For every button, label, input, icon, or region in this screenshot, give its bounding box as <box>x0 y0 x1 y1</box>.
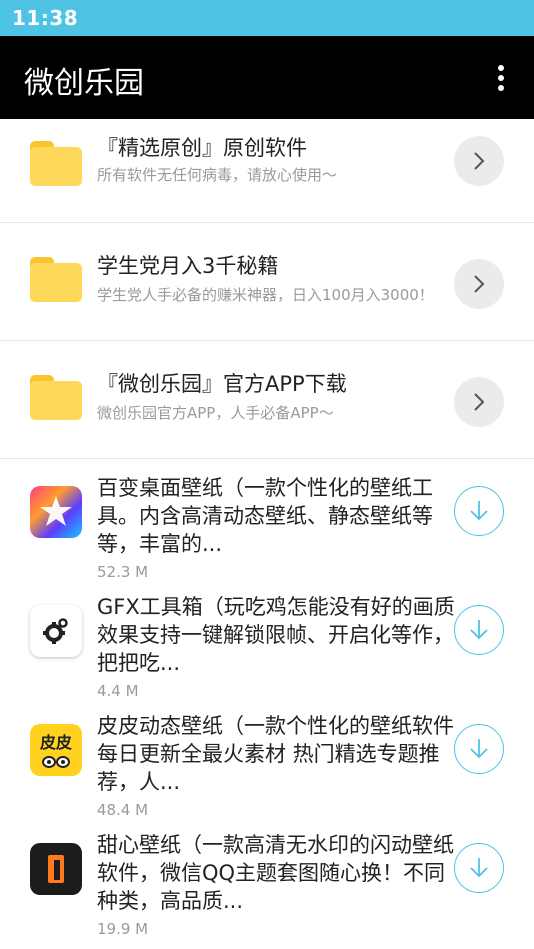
folder-icon <box>30 141 82 186</box>
download-icon[interactable] <box>454 843 504 893</box>
download-icon[interactable] <box>454 486 504 536</box>
chevron-right-icon[interactable] <box>454 377 504 427</box>
app-list-item[interactable]: 皮皮 皮皮动态壁纸（一款个性化的壁纸软件每日更新全最火素材 热门精选专题推荐，人… <box>0 709 534 828</box>
pipi-wallpaper-icon: 皮皮 <box>30 724 82 776</box>
app-name: 皮皮动态壁纸（一款个性化的壁纸软件每日更新全最火素材 热门精选专题推荐，人... <box>97 714 454 794</box>
folder-icon <box>30 257 82 302</box>
app-list-item[interactable]: 甜心壁纸（一款高清无水印的闪动壁纸软件，微信QQ主题套图随心换！不同种类，高品质… <box>0 828 534 947</box>
folder-title: 学生党月入3千秘籍 <box>97 254 279 278</box>
bianbian-wallpaper-icon <box>30 486 82 538</box>
folder-subtitle: 所有软件无任何病毒，请放心使用～ <box>97 166 338 184</box>
content-list: 『精选原创』原创软件 所有软件无任何病毒，请放心使用～ 学生党月入3千秘籍 学生… <box>0 119 534 947</box>
status-time: 11:38 <box>12 6 79 30</box>
app-size: 48.4 M <box>97 801 149 819</box>
download-icon[interactable] <box>454 724 504 774</box>
app-list-item[interactable]: 百变桌面壁纸（一款个性化的壁纸工具。内含高清动态壁纸、静态壁纸等等，丰富的...… <box>0 471 534 590</box>
app-name: 百变桌面壁纸（一款个性化的壁纸工具。内含高清动态壁纸、静态壁纸等等，丰富的... <box>97 476 433 556</box>
app-size: 4.4 M <box>97 682 139 700</box>
app-name: 甜心壁纸（一款高清无水印的闪动壁纸软件，微信QQ主题套图随心换！不同种类，高品质… <box>97 833 454 913</box>
folder-subtitle: 微创乐园官方APP，人手必备APP～ <box>97 404 334 422</box>
pipi-icon-text: 皮皮 <box>39 733 72 752</box>
app-bar: 微创乐园 <box>0 36 534 119</box>
tianxin-wallpaper-icon <box>30 843 82 895</box>
folder-title: 『精选原创』原创软件 <box>97 136 307 160</box>
app-size: 52.3 M <box>97 563 149 581</box>
folder-item[interactable]: 『精选原创』原创软件 所有软件无任何病毒，请放心使用～ <box>0 119 534 223</box>
gear-icon <box>30 605 82 657</box>
folder-item[interactable]: 『微创乐园』官方APP下载 微创乐园官方APP，人手必备APP～ <box>0 341 534 459</box>
folder-item[interactable]: 学生党月入3千秘籍 学生党人手必备的赚米神器，日入100月入3000！ <box>0 223 534 341</box>
overflow-menu-icon[interactable] <box>486 62 516 94</box>
chevron-right-icon[interactable] <box>454 259 504 309</box>
folder-subtitle: 学生党人手必备的赚米神器，日入100月入3000！ <box>97 286 434 304</box>
app-name: GFX工具箱（玩吃鸡怎能没有好的画质效果支持一键解锁限帧、开启化等作，把把吃..… <box>97 595 455 675</box>
app-size: 19.9 M <box>97 920 149 938</box>
app-title: 微创乐园 <box>24 66 144 101</box>
folder-title: 『微创乐园』官方APP下载 <box>97 372 347 396</box>
app-list-item[interactable]: GFX工具箱（玩吃鸡怎能没有好的画质效果支持一键解锁限帧、开启化等作，把把吃..… <box>0 590 534 709</box>
chevron-right-icon[interactable] <box>454 136 504 186</box>
download-icon[interactable] <box>454 605 504 655</box>
status-bar: 11:38 <box>0 0 534 36</box>
folder-icon <box>30 375 82 420</box>
